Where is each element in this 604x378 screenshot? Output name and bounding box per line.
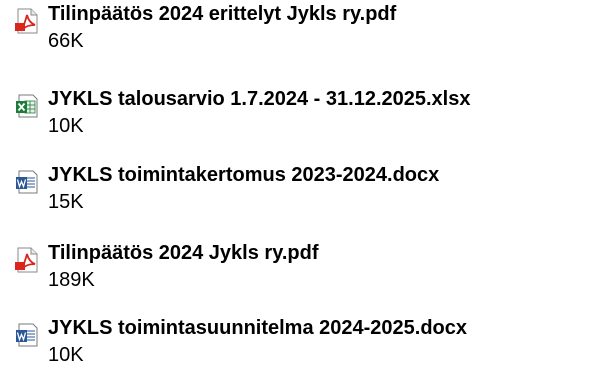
word-icon[interactable] — [14, 322, 40, 348]
excel-icon[interactable] — [14, 93, 40, 119]
file-size: 66K — [48, 30, 84, 52]
word-icon[interactable] — [14, 169, 40, 195]
file-item-3[interactable]: JYKLS toimintakertomus 2023-2024.docx 15… — [14, 163, 599, 223]
file-name-link[interactable]: JYKLS toimintakertomus 2023-2024.docx — [48, 163, 439, 187]
file-size: 10K — [48, 115, 84, 137]
file-size: 189K — [48, 269, 95, 291]
file-name-link[interactable]: Tilinpäätös 2024 Jykls ry.pdf — [48, 241, 319, 265]
file-size: 10K — [48, 344, 84, 366]
pdf-icon[interactable] — [14, 247, 40, 273]
file-item-4[interactable]: Tilinpäätös 2024 Jykls ry.pdf 189K — [14, 241, 599, 301]
file-list: Tilinpäätös 2024 erittelyt Jykls ry.pdf … — [0, 0, 604, 378]
file-item-2[interactable]: JYKLS talousarvio 1.7.2024 - 31.12.2025.… — [14, 87, 599, 147]
file-name-link[interactable]: JYKLS toimintasuunnitelma 2024-2025.docx — [48, 316, 467, 340]
file-size: 15K — [48, 191, 84, 213]
file-name-link[interactable]: JYKLS talousarvio 1.7.2024 - 31.12.2025.… — [48, 87, 470, 111]
file-name-link[interactable]: Tilinpäätös 2024 erittelyt Jykls ry.pdf — [48, 2, 396, 26]
pdf-icon[interactable] — [14, 8, 40, 34]
file-item-1[interactable]: Tilinpäätös 2024 erittelyt Jykls ry.pdf … — [14, 2, 599, 62]
file-item-5[interactable]: JYKLS toimintasuunnitelma 2024-2025.docx… — [14, 316, 599, 376]
